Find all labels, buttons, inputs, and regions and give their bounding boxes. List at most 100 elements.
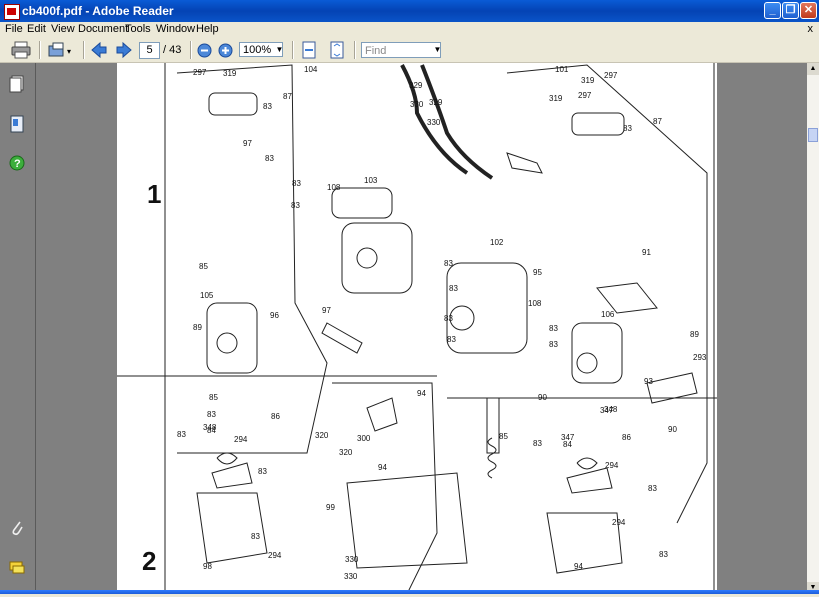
part-number-label: 83 [444,314,453,323]
part-number-label: 98 [203,562,212,571]
title-bar: cb400f.pdf - Adobe Reader _ ❐ ✕ [0,0,819,22]
bookmarks-icon[interactable] [9,115,25,133]
navigation-pane: ? [0,63,36,594]
part-number-label: 86 [271,412,280,421]
menu-file[interactable]: File [5,23,23,35]
find-input[interactable]: Find [361,42,441,58]
menu-view[interactable]: View [51,23,75,35]
part-number-label: 94 [574,562,583,571]
attachments-icon[interactable] [9,519,25,537]
part-number-label: 89 [193,323,202,332]
part-number-label: 297 [578,91,592,100]
adobe-reader-icon [4,4,20,20]
part-number-label: 329 [429,98,443,107]
taskbar-edge [0,590,819,594]
part-number-label: 97 [243,139,252,148]
part-number-label: 83 [265,154,274,163]
scroll-thumb[interactable] [808,128,818,142]
zoom-out-icon[interactable] [196,41,213,59]
part-number-label: 319 [549,94,563,103]
part-number-label: 319 [581,76,595,85]
part-number-label: 83 [258,467,267,476]
part-number-label: 83 [449,284,458,293]
scroll-up-icon[interactable]: ▲ [807,63,819,75]
zoom-dropdown-icon[interactable]: ▼ [275,42,284,57]
find-dropdown-icon[interactable]: ▼ [433,43,442,57]
help-icon[interactable]: ? [9,154,25,172]
part-number-label: 83 [623,124,632,133]
vertical-scrollbar[interactable]: ▲ ▼ [807,63,819,594]
part-number-label: 330 [345,555,359,564]
part-number-label: 330 [410,100,424,109]
part-number-label: 90 [538,393,547,402]
part-number-label: 101 [555,65,569,74]
window-title: cb400f.pdf - Adobe Reader [22,4,174,18]
maximize-button[interactable]: ❐ [782,2,799,19]
comments-icon[interactable] [9,559,25,577]
part-number-label: 89 [690,330,699,339]
scrolling-mode-icon[interactable] [300,41,318,59]
part-number-label: 83 [263,102,272,111]
fit-page-icon[interactable] [328,41,346,59]
part-number-label: 94 [417,389,426,398]
page-total: / 43 [163,44,182,56]
part-number-label: 83 [533,439,542,448]
menu-window[interactable]: Window [156,23,195,35]
maximize-icon: ❐ [785,4,796,16]
part-number-label: 83 [444,259,453,268]
part-number-label: 83 [659,550,668,559]
part-number-label: 319 [223,69,237,78]
part-number-label: 103 [364,176,378,185]
part-number-label: 97 [322,306,331,315]
part-number-label: 102 [490,238,504,247]
part-number-label: 294 [234,435,248,444]
part-number-label: 83 [648,484,657,493]
close-button[interactable]: ✕ [800,2,817,19]
part-number-label: 87 [653,117,662,126]
part-number-label: 83 [207,410,216,419]
part-number-label: 294 [605,461,619,470]
part-number-label: 85 [499,432,508,441]
part-number-label: 330 [344,572,358,581]
part-number-label: 83 [177,430,186,439]
share-tools-icon[interactable]: ▾ [47,41,75,59]
part-number-label: 84 [563,440,572,449]
part-number-label: 320 [315,431,329,440]
part-number-label: 108 [528,299,542,308]
previous-page-icon[interactable] [90,41,108,59]
part-number-label: 93 [644,377,653,386]
minimize-button[interactable]: _ [764,2,781,19]
part-number-label: 108 [327,183,341,192]
part-number-label: 83 [292,179,301,188]
part-number-label: 330 [427,118,441,127]
part-number-label: 91 [642,248,651,257]
part-number-label: 94 [378,463,387,472]
part-number-label: 90 [668,425,677,434]
part-number-label: 297 [604,71,618,80]
part-number-label: 85 [209,393,218,402]
document-close-button[interactable]: x [808,23,814,35]
print-icon[interactable] [10,41,32,59]
part-number-label: 83 [549,324,558,333]
next-page-icon[interactable] [115,41,133,59]
part-number-label: 99 [326,503,335,512]
close-icon: ✕ [803,4,814,16]
menu-document[interactable]: Document [78,23,128,35]
part-number-label: 297 [193,68,207,77]
part-number-label: 105 [200,291,214,300]
zoom-in-icon[interactable] [217,41,234,59]
part-number-label: 95 [533,268,542,277]
document-area[interactable]: 1 2 297 319 104 87 83 97 83 83 83 108 103 85 105 96 89… [36,63,807,595]
menu-help[interactable]: Help [196,23,219,35]
menu-tools[interactable]: Tools [125,23,151,35]
part-number-label: 293 [693,353,707,362]
part-number-label: 87 [283,92,292,101]
part-number-label: 96 [270,311,279,320]
part-number-label: 104 [304,65,318,74]
menu-edit[interactable]: Edit [27,23,46,35]
svg-text:?: ? [14,158,21,170]
pages-icon[interactable] [9,75,25,93]
part-number-label: 83 [447,335,456,344]
part-number-label: 320 [339,448,353,457]
page-number-input[interactable]: 5 [139,42,160,59]
